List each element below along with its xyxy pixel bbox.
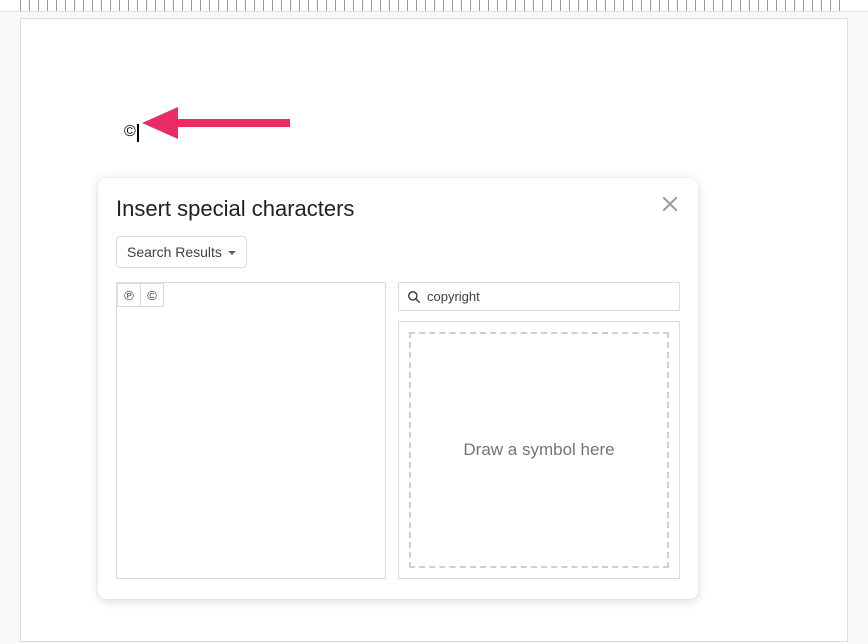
draw-canvas[interactable]: Draw a symbol here (409, 332, 669, 568)
character-results-panel: ℗ © (116, 282, 386, 579)
document-text[interactable]: © (124, 122, 139, 141)
draw-symbol-area[interactable]: Draw a symbol here (398, 321, 680, 579)
close-icon (663, 197, 677, 211)
ruler-ticks (20, 0, 848, 11)
horizontal-ruler (0, 0, 868, 12)
search-icon (407, 290, 421, 304)
copyright-symbol: © (124, 123, 136, 140)
chevron-down-icon (228, 251, 236, 255)
char-result-copyright[interactable]: © (140, 283, 164, 307)
search-input[interactable] (427, 289, 671, 304)
char-result-sound-recording-copyright[interactable]: ℗ (117, 283, 141, 307)
category-label: Search Results (127, 244, 222, 260)
dialog-title: Insert special characters (116, 196, 680, 222)
category-dropdown[interactable]: Search Results (116, 236, 247, 268)
close-button[interactable] (658, 192, 682, 216)
search-box[interactable] (398, 282, 680, 311)
text-cursor (137, 124, 139, 142)
insert-special-characters-dialog: Insert special characters Search Results… (98, 178, 698, 599)
draw-placeholder-text: Draw a symbol here (463, 440, 614, 460)
